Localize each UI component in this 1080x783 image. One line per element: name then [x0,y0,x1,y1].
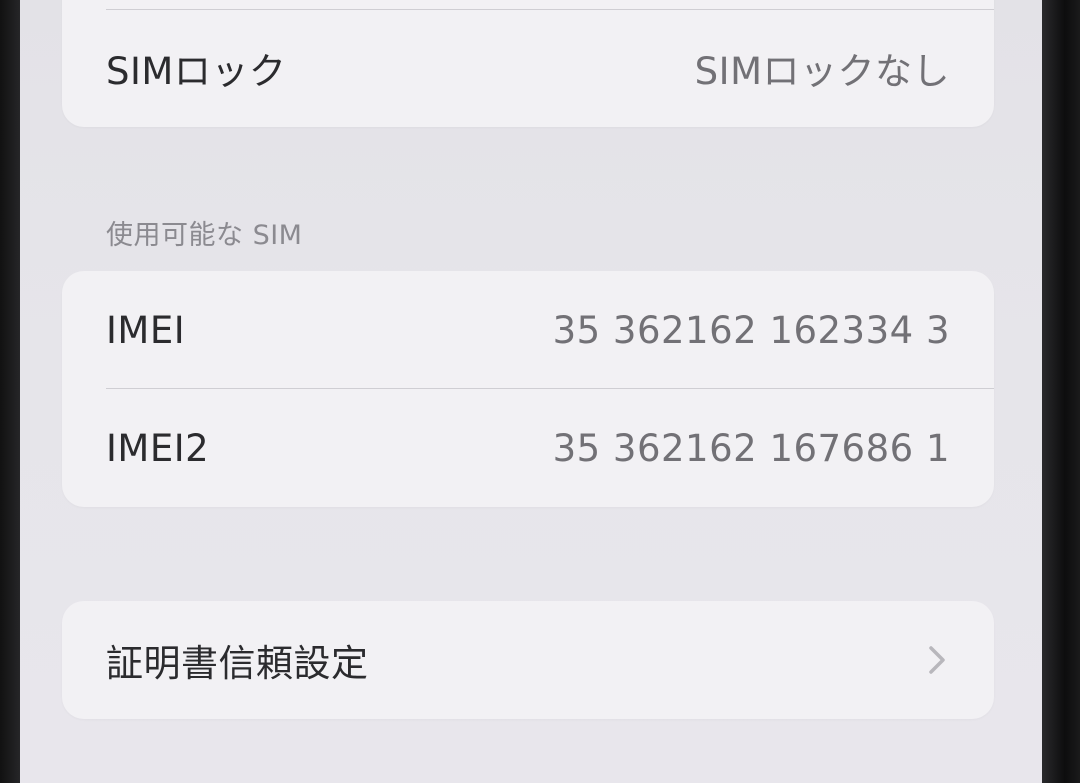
imei-row: IMEI 35 362162 162334 3 [62,271,994,389]
imei2-row: IMEI2 35 362162 167686 1 [62,389,994,507]
sim-lock-row: SIMロック SIMロックなし [62,9,994,127]
imei2-label: IMEI2 [106,426,210,470]
imei-value: 35 362162 162334 3 [552,308,950,352]
available-sim-group: IMEI 35 362162 162334 3 IMEI2 35 362162 … [62,271,994,507]
imei2-value: 35 362162 167686 1 [552,426,950,470]
sim-lock-label: SIMロック [106,50,287,93]
certificate-trust-group: 証明書信頼設定 [62,601,994,719]
chevron-right-icon [924,640,950,680]
sim-lock-group: SIMロック SIMロックなし [62,0,994,127]
available-sim-header: 使用可能な SIM [106,220,303,251]
certificate-trust-label: 証明書信頼設定 [106,642,369,685]
sim-lock-value: SIMロックなし [694,50,950,93]
certificate-trust-row[interactable]: 証明書信頼設定 [62,601,994,719]
settings-screen: SIMロック SIMロックなし 使用可能な SIM IMEI 35 362162… [20,0,1042,783]
imei-label: IMEI [106,308,186,352]
device-bezel-left [0,0,20,783]
device-bezel-right [1042,0,1080,783]
